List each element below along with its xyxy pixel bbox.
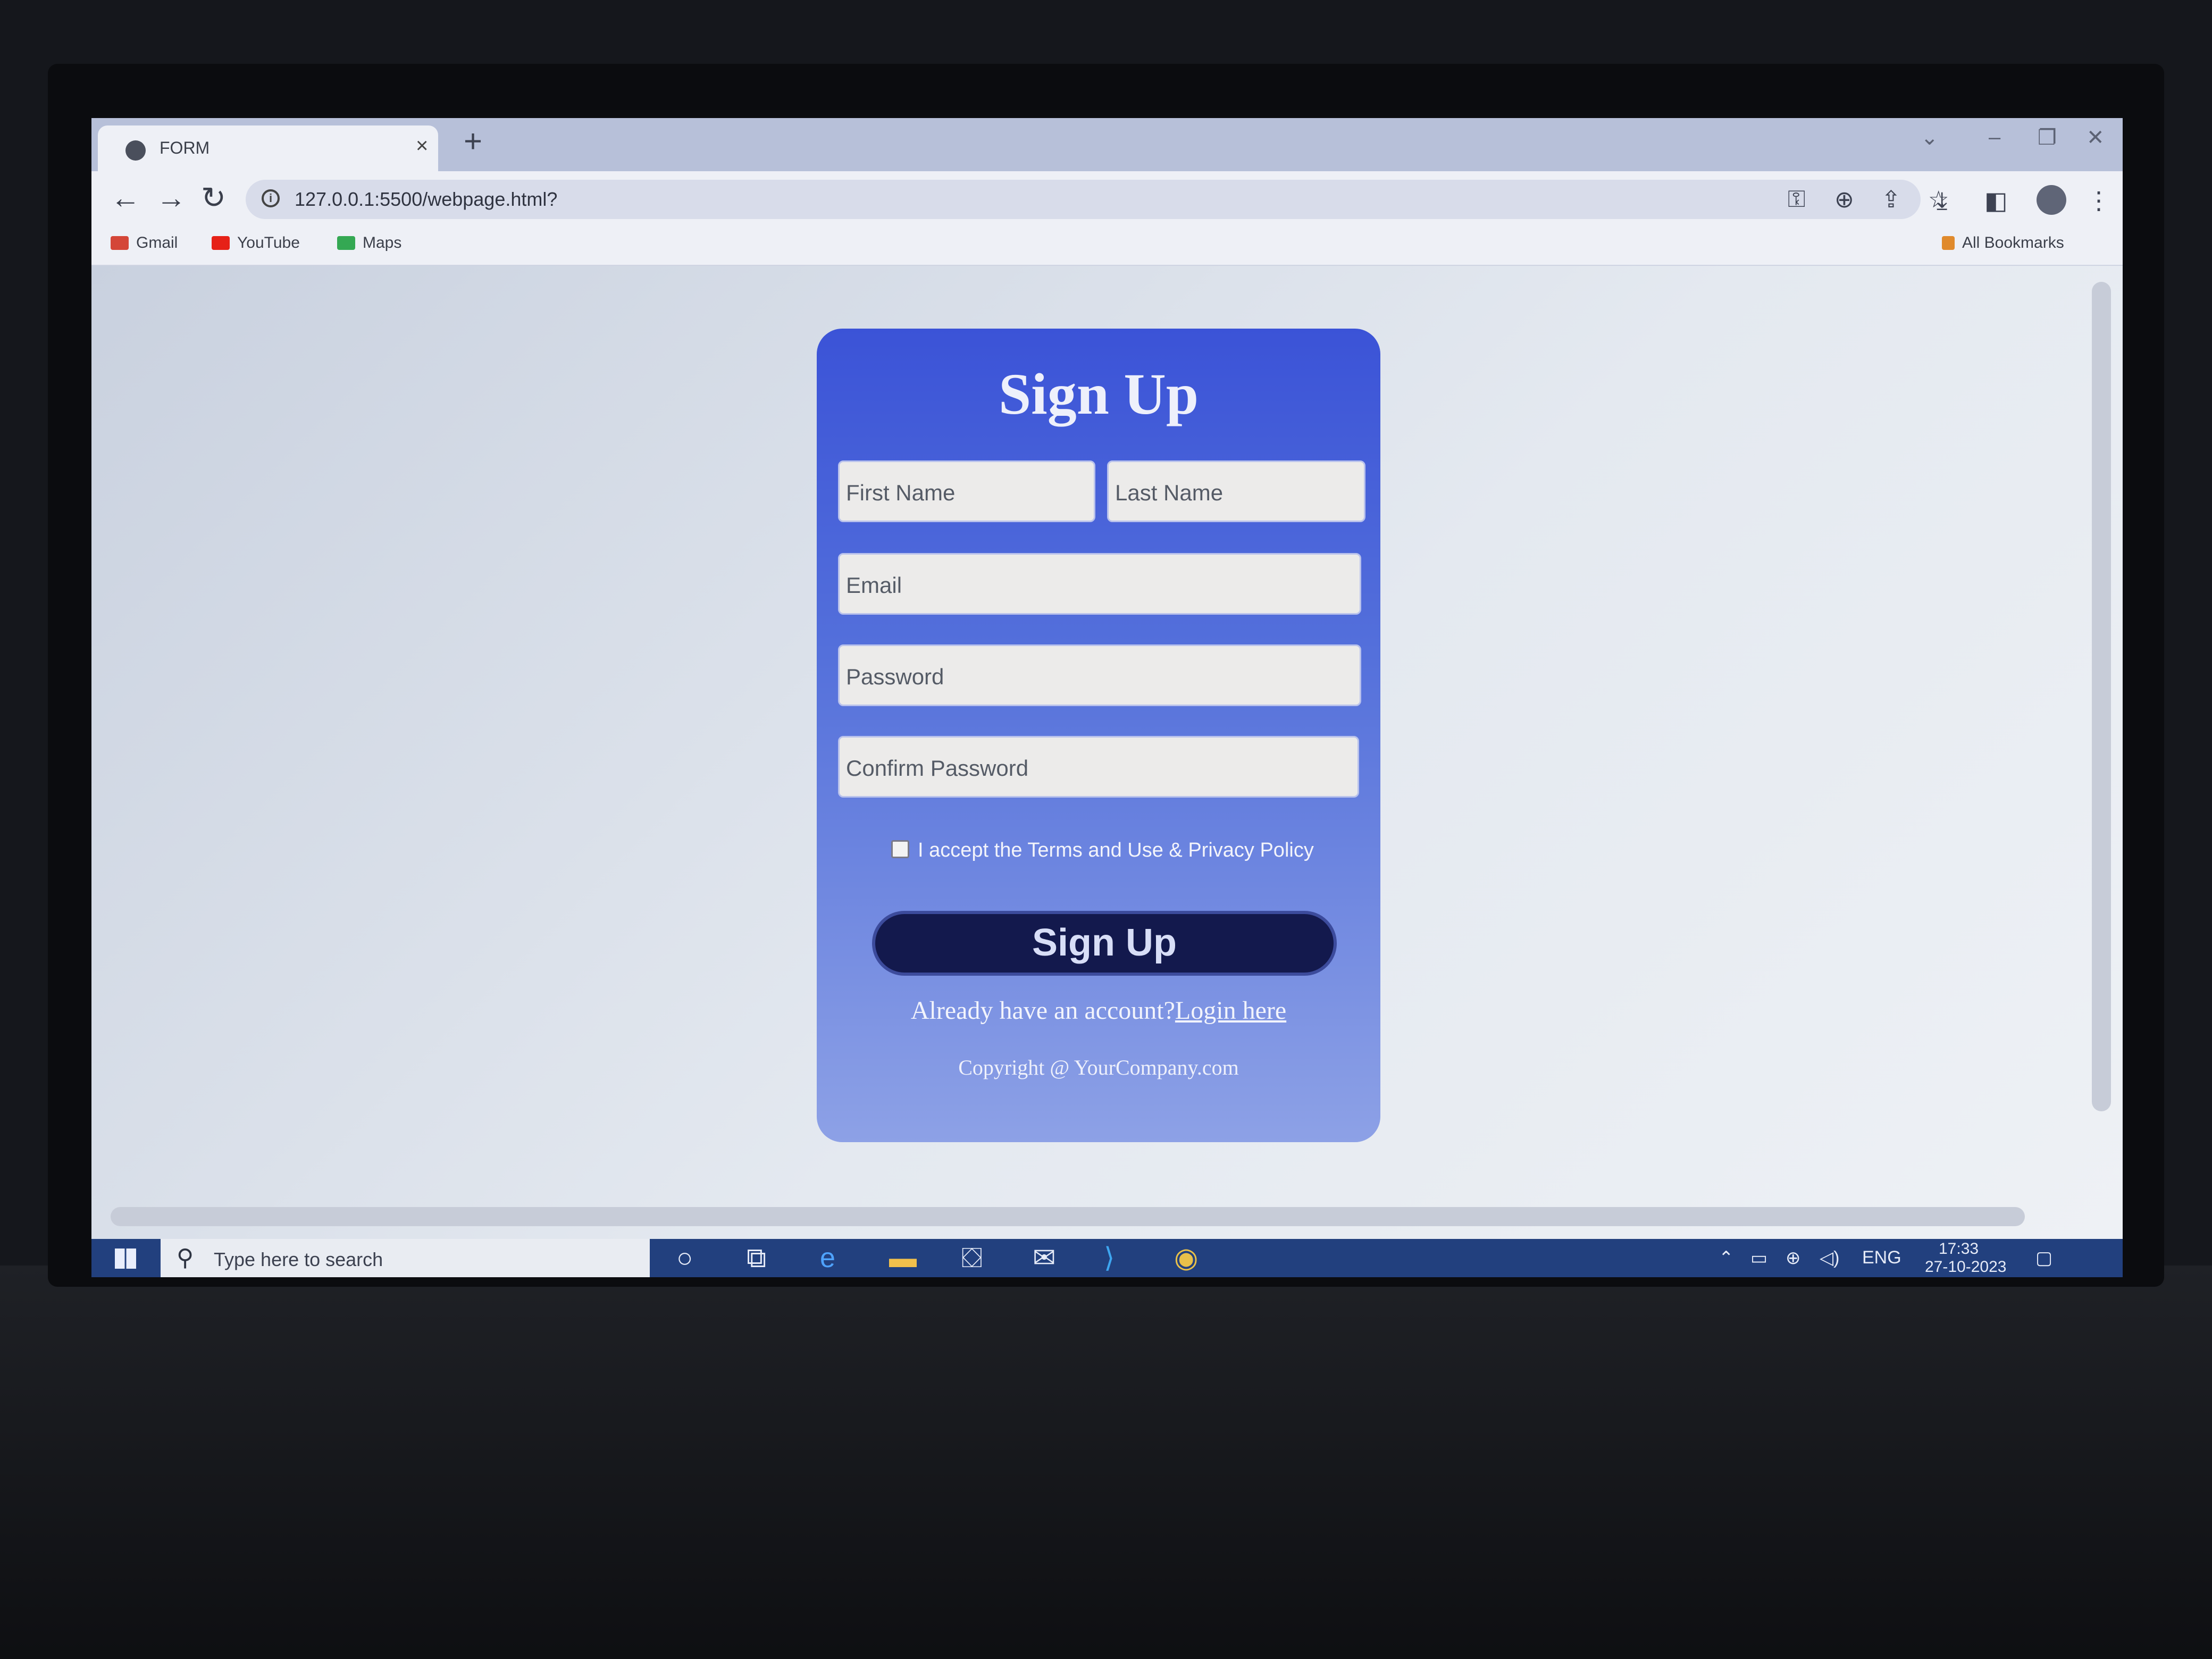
tab-form[interactable]: FORM × bbox=[98, 125, 438, 171]
mail-icon[interactable]: ✉ bbox=[1033, 1243, 1056, 1273]
terms-label: I accept the Terms and Use & Privacy Pol… bbox=[918, 839, 1314, 861]
all-bookmarks-label: All Bookmarks bbox=[1962, 234, 2064, 252]
battery-icon[interactable]: ▭ bbox=[1750, 1247, 1767, 1269]
chrome-icon[interactable]: ◉ bbox=[1174, 1243, 1198, 1273]
bookmark-label: Gmail bbox=[136, 234, 178, 252]
bookmarks-bar: Gmail YouTube Maps All Bookmarks bbox=[91, 224, 2123, 266]
all-bookmarks[interactable]: All Bookmarks bbox=[1942, 234, 2064, 252]
browser-toolbar: ← → ↻ i 127.0.0.1:5500/webpage.html? ⚿ ⊕… bbox=[91, 171, 2123, 224]
login-prompt-line: Already have an account?Login here bbox=[817, 996, 1380, 1025]
clock-time[interactable]: 17:33 bbox=[1939, 1240, 1979, 1258]
bookmark-label: YouTube bbox=[237, 234, 300, 252]
tab-title: FORM bbox=[160, 138, 210, 157]
screen: FORM × + ⌄ – ❐ ✕ ← → ↻ i 127.0.0.1:5500/… bbox=[91, 118, 2123, 1277]
url-text[interactable]: 127.0.0.1:5500/webpage.html? bbox=[295, 188, 557, 211]
reload-icon[interactable]: ↻ bbox=[201, 182, 226, 214]
edge-icon[interactable]: e bbox=[820, 1243, 835, 1273]
forward-arrow-icon[interactable]: → bbox=[156, 182, 186, 214]
page-viewport: Sign Up First Name Last Name Email Passw… bbox=[91, 266, 2123, 1239]
email-placeholder: Email bbox=[846, 573, 902, 598]
share-icon[interactable]: ⇪ bbox=[1881, 186, 1901, 213]
tab-strip: FORM × + ⌄ – ❐ ✕ bbox=[91, 118, 2123, 171]
form-title: Sign Up bbox=[998, 362, 1199, 426]
search-icon: ⚲ bbox=[177, 1245, 194, 1271]
start-button[interactable] bbox=[91, 1239, 161, 1277]
bookmark-youtube[interactable]: YouTube bbox=[212, 234, 300, 252]
windows-logo-icon bbox=[115, 1249, 136, 1269]
bookmark-gmail[interactable]: Gmail bbox=[111, 234, 178, 252]
vscode-icon[interactable]: ⟩ bbox=[1104, 1243, 1115, 1273]
cortana-icon[interactable]: ○ bbox=[676, 1243, 693, 1273]
back-arrow-icon[interactable]: ← bbox=[111, 182, 140, 214]
laptop-body bbox=[0, 1266, 2212, 1659]
search-placeholder: Type here to search bbox=[214, 1249, 383, 1270]
login-prompt: Already have an account? bbox=[910, 996, 1175, 1025]
terms-checkbox[interactable] bbox=[891, 840, 909, 858]
file-explorer-icon[interactable]: ▬ bbox=[889, 1243, 917, 1273]
notifications-icon[interactable]: ▢ bbox=[2035, 1247, 2052, 1269]
site-info-icon[interactable]: i bbox=[262, 189, 280, 207]
minimize-icon[interactable]: – bbox=[1989, 125, 2000, 149]
first-name-input[interactable]: First Name bbox=[838, 460, 1095, 522]
restore-icon[interactable]: ❐ bbox=[2038, 125, 2057, 150]
close-tab-icon[interactable]: × bbox=[416, 134, 428, 158]
confirm-password-input[interactable]: Confirm Password bbox=[838, 736, 1359, 798]
password-input[interactable]: Password bbox=[838, 644, 1361, 706]
store-icon[interactable]: ⛋ bbox=[961, 1243, 983, 1273]
profile-avatar-icon[interactable] bbox=[2037, 185, 2066, 215]
clock-date[interactable]: 27-10-2023 bbox=[1925, 1258, 2006, 1276]
task-view-icon[interactable]: ⧉ bbox=[747, 1243, 766, 1273]
globe-icon bbox=[125, 140, 146, 161]
login-link[interactable]: Login here bbox=[1175, 996, 1286, 1025]
tab-search-chevron-icon[interactable]: ⌄ bbox=[1921, 125, 1939, 150]
first-name-placeholder: First Name bbox=[846, 480, 956, 505]
password-placeholder: Password bbox=[846, 664, 944, 689]
download-icon[interactable]: ⤓ bbox=[1937, 186, 1947, 216]
horizontal-scrollbar[interactable] bbox=[111, 1207, 2025, 1226]
vertical-scrollbar[interactable] bbox=[2092, 282, 2111, 1111]
key-icon[interactable]: ⚿ bbox=[1788, 186, 1805, 213]
menu-dots-icon[interactable]: ⋮ bbox=[2087, 186, 2111, 215]
tray-chevron-icon[interactable]: ⌃ bbox=[1719, 1247, 1734, 1269]
folder-icon bbox=[1942, 236, 1955, 250]
maps-icon bbox=[337, 236, 355, 250]
network-globe-icon[interactable]: ⊕ bbox=[1786, 1247, 1801, 1269]
volume-icon[interactable]: ◁) bbox=[1820, 1247, 1839, 1269]
window-close-icon[interactable]: ✕ bbox=[2087, 125, 2105, 150]
last-name-placeholder: Last Name bbox=[1115, 480, 1224, 505]
gmail-icon bbox=[111, 236, 129, 250]
new-tab-button[interactable]: + bbox=[464, 125, 482, 157]
zoom-icon[interactable]: ⊕ bbox=[1834, 186, 1854, 213]
side-panel-icon[interactable]: ◧ bbox=[1984, 186, 2007, 215]
sign-up-button[interactable]: Sign Up bbox=[872, 911, 1337, 976]
language-indicator[interactable]: ENG bbox=[1862, 1247, 1901, 1268]
bookmark-maps[interactable]: Maps bbox=[337, 234, 401, 252]
bookmark-label: Maps bbox=[363, 234, 402, 252]
copyright-text: Copyright @ YourCompany.com bbox=[958, 1055, 1239, 1079]
taskbar: ⚲ Type here to search ○ ⧉ e ▬ ⛋ ✉ ⟩ ◉ ⌃ … bbox=[91, 1239, 2123, 1277]
address-bar[interactable]: i 127.0.0.1:5500/webpage.html? ⚿ ⊕ ⇪ ☆ bbox=[246, 180, 1949, 219]
email-input[interactable]: Email bbox=[838, 553, 1361, 615]
taskbar-search[interactable]: ⚲ Type here to search bbox=[161, 1239, 650, 1277]
youtube-icon bbox=[212, 236, 230, 250]
confirm-password-placeholder: Confirm Password bbox=[846, 756, 1029, 781]
last-name-input[interactable]: Last Name bbox=[1107, 460, 1365, 522]
signup-card: Sign Up First Name Last Name Email Passw… bbox=[817, 329, 1380, 1142]
